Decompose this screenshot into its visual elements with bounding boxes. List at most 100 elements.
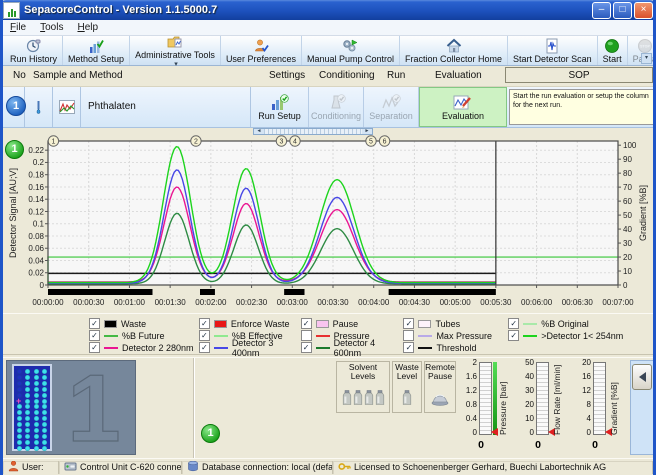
gauge-value: 0: [515, 439, 561, 451]
start-detector-scan-button[interactable]: Start Detector Scan: [508, 36, 598, 65]
administrative-tools-button[interactable]: Administrative Tools▾: [130, 36, 221, 65]
tube-dot: [34, 416, 39, 421]
start-icon: [604, 38, 620, 54]
legend-swatch: [316, 347, 330, 349]
tube-dot: [17, 440, 22, 445]
queue-header: No Sample and Method Settings Conditioni…: [3, 66, 653, 87]
legend-checkbox[interactable]: [403, 330, 414, 341]
menu-tools[interactable]: Tools: [40, 22, 63, 33]
legend-checkbox[interactable]: ✓: [301, 318, 312, 329]
svg-text:90: 90: [623, 155, 632, 164]
svg-text:0.12: 0.12: [28, 207, 44, 216]
step-conditioning[interactable]: Conditioning: [309, 87, 364, 127]
pause-stop-icon: STOP: [637, 38, 653, 54]
legend-item-pause: ✓Pause: [301, 318, 404, 329]
steps-scrollbar[interactable]: ◄ ►: [253, 128, 373, 135]
collapse-arrow-icon: [639, 372, 646, 382]
panel-collapse-strip: [630, 360, 654, 455]
minimize-button[interactable]: –: [592, 2, 611, 19]
waste-level-group: Waste Level: [392, 361, 422, 413]
restore-button[interactable]: □: [613, 2, 632, 19]
legend-checkbox[interactable]: ✓: [508, 318, 519, 329]
run-history-icon: [26, 38, 42, 54]
run-history-button[interactable]: Run History: [5, 36, 63, 65]
svg-text:00:04:30: 00:04:30: [399, 298, 431, 307]
legend-checkbox[interactable]: ✓: [199, 342, 210, 353]
legend-swatch: [214, 335, 228, 337]
legend-checkbox[interactable]: ✓: [301, 342, 312, 353]
legend-checkbox[interactable]: ✓: [89, 330, 100, 341]
legend-checkbox[interactable]: ✓: [89, 318, 100, 329]
queue-row[interactable]: 1 Phthalaten Run Setup Conditioning Sepa…: [3, 87, 653, 128]
status-licensed-to-schoen: Licensed to Schoenenberger Gerhard, Buec…: [333, 461, 653, 474]
menu-file[interactable]: File: [10, 22, 26, 33]
chromatogram-chart[interactable]: 0.220.20.180.160.140.120.10.080.060.040.…: [3, 135, 653, 313]
tube-dot: [17, 375, 22, 380]
tube-dot: [34, 434, 39, 439]
tube-dot: [42, 416, 47, 421]
legend-item-b-original: ✓%B Original: [508, 318, 653, 329]
start-button[interactable]: Start: [598, 36, 628, 65]
close-button[interactable]: ×: [634, 2, 653, 19]
collapse-panel-button[interactable]: [632, 364, 652, 390]
manual-pump-control-button[interactable]: Manual Pump Control: [302, 36, 400, 65]
remote-pause-button-icon[interactable]: [430, 391, 450, 408]
next-action-hint: Start the run evaluation or setup the co…: [509, 89, 654, 125]
col-sample-method: Sample and Method: [33, 70, 123, 81]
tube-dot: [17, 434, 22, 439]
legend-checkbox[interactable]: ✓: [199, 330, 210, 341]
run-number-badge: 1: [6, 96, 26, 116]
svg-text:2: 2: [194, 139, 198, 146]
tube-dot: [17, 410, 22, 415]
step-run-setup[interactable]: Run Setup: [251, 87, 309, 127]
legend-checkbox[interactable]: ✓: [508, 330, 519, 341]
scroll-left-icon[interactable]: ◄: [254, 129, 264, 134]
svg-text:00:02:00: 00:02:00: [195, 298, 227, 307]
svg-text:0.08: 0.08: [28, 232, 44, 241]
step-evaluation[interactable]: Evaluation: [419, 87, 507, 127]
scroll-right-icon[interactable]: ►: [362, 129, 372, 134]
legend-checkbox[interactable]: ✓: [403, 318, 414, 329]
svg-text:0.18: 0.18: [28, 171, 44, 180]
legend-checkbox[interactable]: ✓: [89, 342, 100, 353]
tube-dot: [42, 446, 47, 451]
toolbar-options-icon[interactable]: ▾: [641, 53, 652, 64]
legend-checkbox[interactable]: [301, 330, 312, 341]
menu-help[interactable]: Help: [77, 22, 98, 33]
legend-item-tubes: ✓Tubes: [403, 318, 508, 329]
gauge-pointer-icon: [491, 428, 498, 436]
tube-dot: [25, 387, 30, 392]
sample-name[interactable]: Phthalaten: [81, 87, 251, 127]
legend-swatch: [316, 335, 330, 337]
svg-text:0.06: 0.06: [28, 244, 44, 253]
legend-item-b-future: ✓%B Future: [89, 330, 199, 341]
legend-swatch: [523, 335, 537, 337]
legend-checkbox[interactable]: ✓: [199, 318, 210, 329]
svg-text:0.1: 0.1: [33, 220, 45, 229]
legend-checkbox[interactable]: ✓: [403, 342, 414, 353]
status-control-unit-c-620: Control Unit C-620 connected: [59, 461, 182, 474]
database-icon: [187, 461, 199, 474]
step-separation[interactable]: Separation: [364, 87, 419, 127]
tube-dot: [17, 428, 22, 433]
tube-dot: [42, 369, 47, 374]
fraction-collector-home-button[interactable]: Fraction Collector Home: [400, 36, 508, 65]
svg-text:0.02: 0.02: [28, 269, 44, 278]
tube-dot: [42, 393, 47, 398]
gauge-range-bar: [493, 362, 497, 435]
col-evaluation: Evaluation: [435, 70, 482, 81]
tube-tray[interactable]: +: [12, 364, 52, 451]
svg-text:0: 0: [40, 281, 45, 290]
svg-text:00:06:30: 00:06:30: [562, 298, 594, 307]
user-preferences-icon: [253, 38, 269, 54]
method-setup-button[interactable]: Method Setup: [63, 36, 130, 65]
tube-dot: [25, 369, 30, 374]
svg-text:00:04:00: 00:04:00: [358, 298, 390, 307]
tube-dot: [25, 399, 30, 404]
user-preferences-button[interactable]: User Preferences: [221, 36, 302, 65]
evaluation-icon: [453, 94, 473, 111]
svg-text:70: 70: [623, 183, 632, 192]
fraction-rack[interactable]: + 1: [6, 360, 136, 455]
tube-dot: [42, 422, 47, 427]
tube-dot: [34, 387, 39, 392]
